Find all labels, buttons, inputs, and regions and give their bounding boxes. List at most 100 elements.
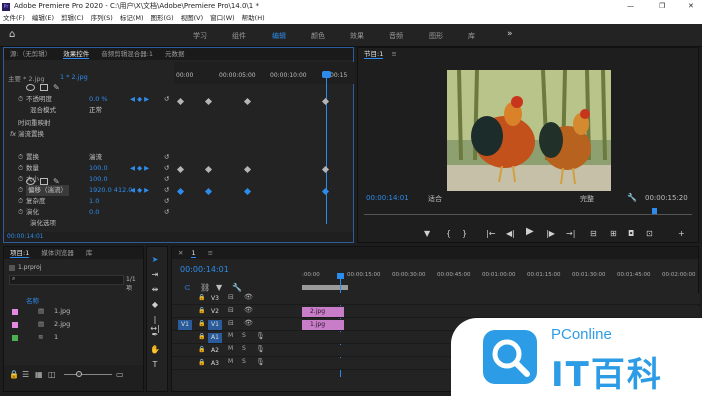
icon-view-icon[interactable]: ▦ — [35, 370, 43, 379]
freeform-view-icon[interactable]: ◫ — [48, 370, 56, 379]
label-color-swatch[interactable] — [12, 335, 18, 341]
solo-button[interactable]: S — [242, 358, 246, 365]
timeline-clip[interactable]: 2.jpg — [302, 307, 344, 317]
mute-button[interactable]: M — [228, 345, 233, 352]
menu-item[interactable]: 剪辑(C) — [61, 14, 84, 22]
zoom-slider[interactable] — [64, 374, 112, 375]
timeline-close-icon[interactable]: ✕ — [178, 249, 183, 257]
hand-tool-icon[interactable]: ✋ — [149, 345, 161, 355]
effect-panel-tab[interactable]: 元数据 — [165, 50, 185, 58]
project-item-name[interactable]: 1.jpg — [54, 306, 70, 317]
effect-property-value[interactable]: 正常 — [89, 105, 102, 116]
mute-button[interactable]: M — [228, 332, 233, 339]
source-patch[interactable]: V1 — [178, 320, 192, 330]
menu-item[interactable]: 图形(G) — [151, 14, 174, 22]
keyframe-nav-icon[interactable]: ◀ ◆ ▶ — [130, 185, 149, 196]
effect-playhead-handle[interactable] — [322, 71, 331, 78]
effect-property-value[interactable]: 100.0 — [89, 174, 108, 185]
mute-button[interactable]: M — [228, 358, 233, 365]
track-lock-icon[interactable]: 🔒 — [198, 320, 205, 327]
workspace-tab[interactable]: 图形 — [429, 31, 443, 41]
close-button[interactable]: ✕ — [688, 0, 694, 13]
more-workspaces-icon[interactable]: » — [507, 29, 513, 39]
reset-icon[interactable]: ↺ — [164, 185, 169, 196]
track-lock-icon[interactable]: 🔒 — [198, 359, 205, 366]
track-lock-icon[interactable]: 🔒 — [198, 333, 205, 340]
project-panel-tab[interactable]: 项目:1 — [10, 249, 30, 258]
menu-item[interactable]: 帮助(H) — [242, 14, 265, 22]
timeline-current-time[interactable]: 00:00:14:01 — [180, 265, 229, 274]
effect-time[interactable]: 00:00:14:01 — [7, 233, 44, 240]
menu-item[interactable]: 视图(V) — [181, 14, 204, 22]
stopwatch-icon[interactable]: ⏱ — [18, 152, 23, 163]
track-lock-icon[interactable]: 🔒 — [198, 294, 205, 301]
sync-lock-icon[interactable]: ⊟ — [228, 293, 234, 301]
track-name[interactable]: A2 — [208, 346, 222, 356]
keyframe[interactable] — [176, 165, 185, 174]
project-item[interactable]: ≋ 1 — [8, 332, 140, 343]
transport-button[interactable]: ◘ — [628, 230, 634, 238]
new-item-icon[interactable]: ▭ — [116, 370, 124, 379]
stopwatch-icon[interactable]: ⏱ — [18, 163, 23, 174]
program-current-time[interactable]: 00:00:14:01 — [366, 194, 409, 202]
quality-select[interactable]: 完整 — [580, 194, 594, 204]
selection-tool-icon[interactable]: ➤ — [149, 255, 161, 265]
work-area-bar[interactable] — [302, 285, 348, 290]
workspace-tab[interactable]: 音频 — [389, 31, 403, 41]
reset-icon[interactable]: ↺ — [164, 207, 169, 218]
menu-item[interactable]: 编辑(E) — [32, 14, 54, 22]
eye-icon[interactable]: 👁 — [244, 319, 253, 327]
home-icon[interactable]: ⌂ — [9, 29, 15, 40]
effect-property-value[interactable]: 0.0 — [89, 207, 99, 218]
track-name[interactable]: A1 — [208, 333, 222, 343]
keyframe[interactable] — [176, 97, 185, 106]
project-item-name[interactable]: 2.jpg — [54, 319, 70, 330]
effect-property-value[interactable]: 1.0 — [89, 196, 99, 207]
transport-button[interactable]: { — [446, 230, 451, 238]
pen-mask-icon[interactable]: ✎ — [53, 83, 60, 92]
project-panel-tab[interactable]: 库 — [86, 249, 93, 257]
menu-item[interactable]: 序列(S) — [91, 14, 113, 22]
solo-button[interactable]: S — [242, 345, 246, 352]
zoom-select[interactable]: 适合 — [428, 194, 442, 204]
track-name[interactable]: A3 — [208, 359, 222, 369]
keyframe-nav-icon[interactable]: ◀ ◆ ▶ — [130, 163, 149, 174]
keyframe[interactable] — [204, 97, 213, 106]
menu-item[interactable]: 窗口(W) — [210, 14, 235, 22]
timeline-clip[interactable]: 1.jpg — [302, 320, 344, 330]
program-scrub-bar[interactable] — [364, 214, 692, 215]
minimize-button[interactable]: — — [627, 0, 634, 13]
project-item[interactable]: ▤ 2.jpg — [8, 319, 140, 330]
transport-button[interactable]: |← — [486, 230, 495, 238]
workspace-tab[interactable]: 学习 — [193, 31, 207, 41]
clip-label[interactable]: 1 * 2.jpg — [60, 73, 88, 81]
workspace-tab[interactable]: 库 — [468, 31, 475, 41]
sequence-tab[interactable]: 1 — [191, 249, 196, 258]
track-lock-icon[interactable]: 🔒 — [198, 307, 205, 314]
transport-button[interactable]: →| — [566, 230, 575, 238]
reset-icon[interactable]: ↺ — [164, 196, 169, 207]
transport-button[interactable]: ⊡ — [646, 230, 653, 238]
microphone-icon[interactable]: 🎙 — [256, 332, 265, 340]
project-panel-tab[interactable]: 媒体浏览器 — [41, 249, 74, 257]
zoom-slider-handle[interactable] — [76, 371, 82, 377]
program-tab[interactable]: 节目:1 — [364, 50, 384, 59]
keyframe[interactable] — [243, 187, 252, 196]
transport-button[interactable]: + — [678, 230, 685, 238]
reset-icon[interactable]: ↺ — [164, 163, 169, 174]
keyframe-nav-icon[interactable]: ◀ ◆ ▶ — [130, 94, 149, 105]
effect-panel-tab[interactable]: 效果控件 — [63, 50, 90, 59]
timeline-ruler[interactable]: :00:00 00:00:15:00 00:00:30:00 00:00:45:00 0… — [302, 267, 700, 285]
rect-mask-icon[interactable] — [40, 84, 48, 91]
workspace-tab[interactable]: 颜色 — [311, 31, 325, 41]
effect-panel-tab[interactable]: 源:（无剪辑） — [10, 50, 51, 58]
stopwatch-icon[interactable]: ⏱ — [18, 185, 23, 196]
eye-icon[interactable]: 👁 — [244, 293, 253, 301]
solo-button[interactable]: S — [242, 332, 246, 339]
program-menu-icon[interactable]: ≡ — [391, 50, 396, 58]
wrench-icon[interactable]: 🔧 — [232, 283, 242, 292]
label-color-swatch[interactable] — [12, 309, 18, 315]
ripple-edit-tool-icon[interactable]: ⇹ — [149, 285, 161, 295]
track-name[interactable]: V2 — [208, 307, 222, 317]
type-tool-icon[interactable]: T — [149, 360, 161, 370]
